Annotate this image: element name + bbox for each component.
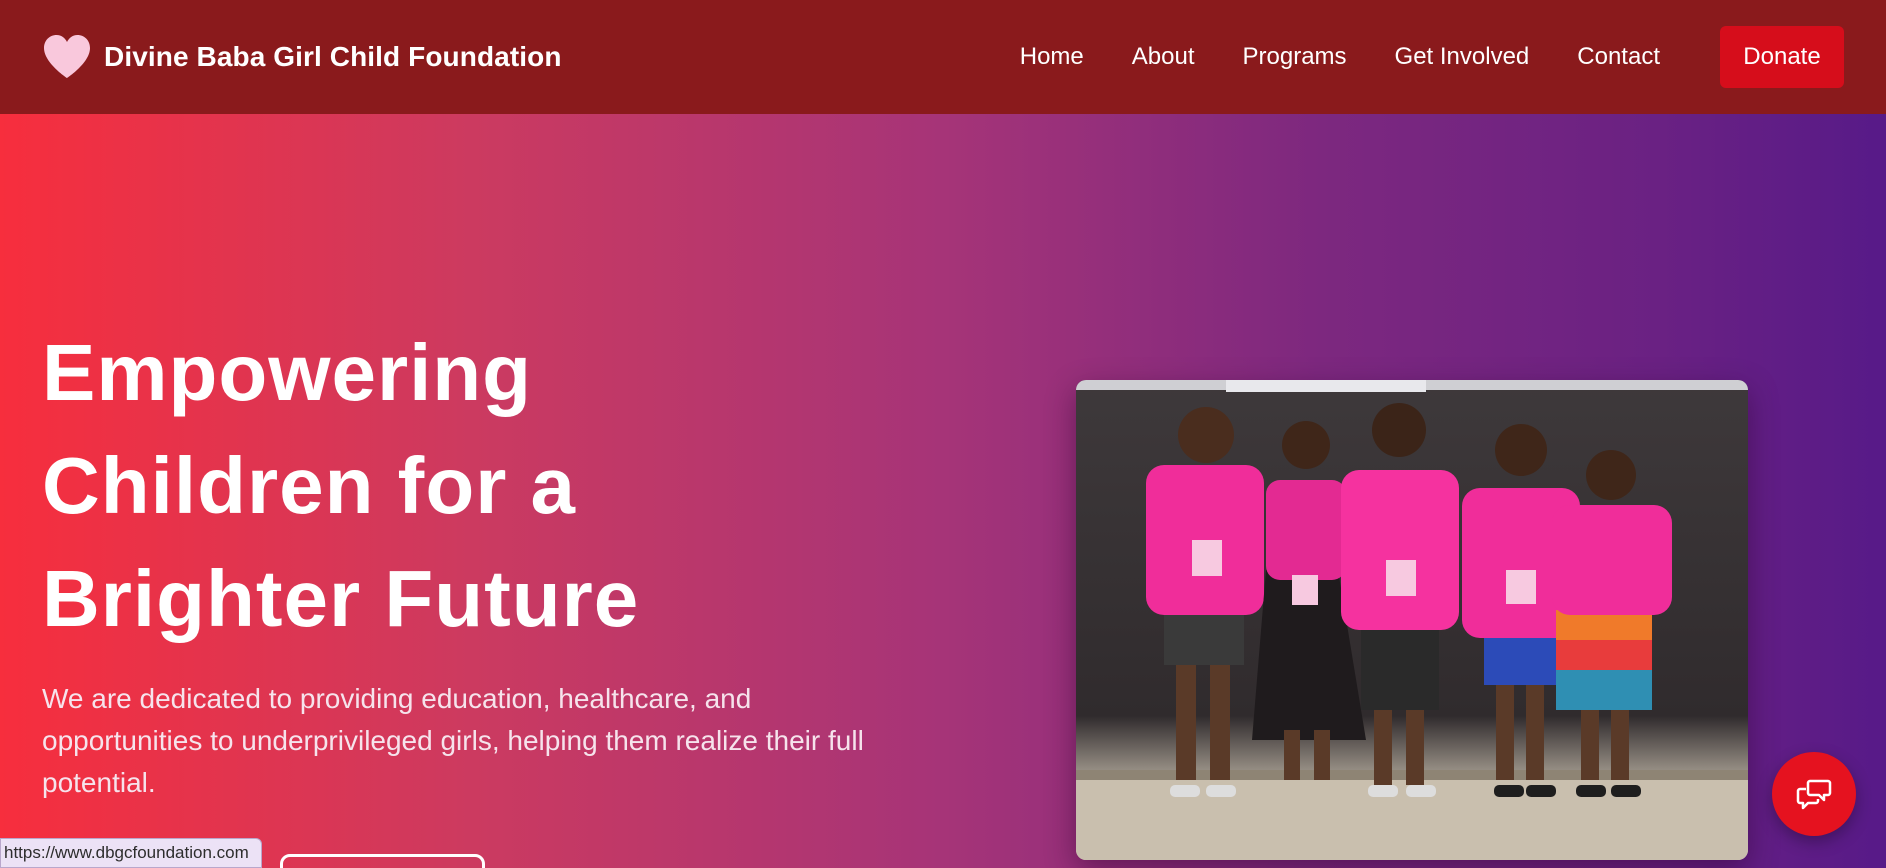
nav-home[interactable]: Home [1020, 43, 1084, 71]
nav-programs[interactable]: Programs [1243, 43, 1347, 71]
hero-photo [1076, 380, 1748, 860]
brand-name: Divine Baba Girl Child Foundation [104, 41, 562, 72]
status-bar-url: https://www.dbgcfoundation.com [0, 838, 262, 868]
hero-title: Empowering Children for a Brighter Futur… [42, 316, 802, 655]
chat-bubbles-icon [1796, 779, 1832, 810]
chat-button[interactable] [1772, 752, 1856, 836]
hero-title-line-1: Empowering [42, 328, 533, 417]
brand-home-link[interactable]: Divine Baba Girl Child Foundation [42, 34, 562, 80]
main-nav: Home About Programs Get Involved Contact [1020, 43, 1660, 71]
hero-photo-illustration [1076, 380, 1748, 860]
nav-about[interactable]: About [1132, 43, 1195, 71]
hero-description: We are dedicated to providing education,… [42, 683, 864, 798]
nav-get-involved[interactable]: Get Involved [1395, 43, 1530, 71]
hero-section: Empowering Children for a Brighter Futur… [0, 114, 1886, 868]
hero-title-line-3: Brighter Future [42, 554, 640, 643]
donate-button[interactable]: Donate [1720, 26, 1844, 88]
hero-title-line-2: Children for a [42, 441, 577, 530]
hero-cta-button[interactable] [280, 854, 485, 868]
site-header: Divine Baba Girl Child Foundation Home A… [0, 0, 1886, 114]
nav-contact[interactable]: Contact [1577, 43, 1660, 71]
heart-icon [44, 35, 90, 78]
